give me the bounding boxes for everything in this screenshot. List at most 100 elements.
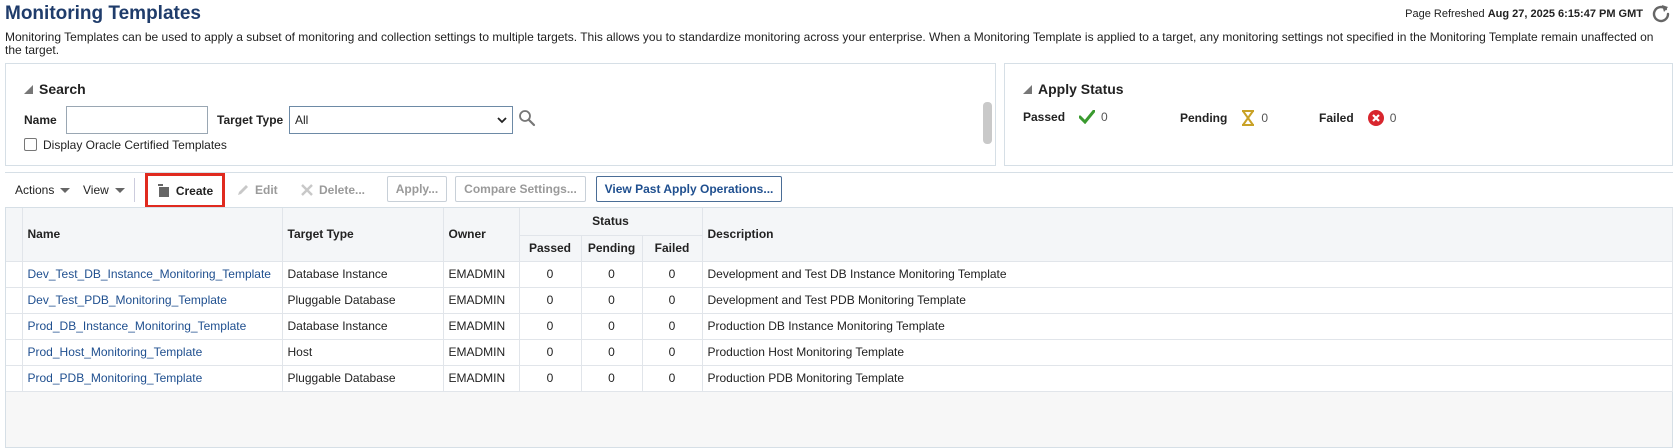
delete-button-label: Delete... (319, 183, 366, 197)
row-selector[interactable] (6, 339, 23, 366)
edit-button[interactable]: Edit (236, 183, 278, 197)
target-type-select[interactable]: All (289, 106, 513, 134)
table-row[interactable]: Prod_PDB_Monitoring_Template Pluggable D… (6, 365, 1673, 392)
owner-cell: EMADMIN (443, 339, 520, 366)
column-header-description[interactable]: Description (702, 208, 1673, 262)
certified-templates-checkbox[interactable] (24, 138, 37, 151)
description-cell: Development and Test PDB Monitoring Temp… (702, 287, 1673, 314)
failed-count[interactable]: 0 (1390, 111, 1397, 125)
templates-table-container: Name Target Type Owner Status Descriptio… (5, 207, 1673, 448)
search-panel: Search Name Target Type All Display Orac… (5, 63, 996, 166)
description-cell: Development and Test DB Instance Monitor… (702, 261, 1673, 288)
template-name-link[interactable]: Dev_Test_DB_Instance_Monitoring_Template (28, 267, 271, 281)
toolbar-divider (5, 172, 1673, 173)
passed-cell: 0 (519, 261, 582, 288)
actions-menu[interactable]: Actions (15, 183, 71, 197)
column-header-pending[interactable]: Pending (581, 235, 643, 262)
passed-label: Passed (1023, 110, 1066, 124)
row-selector[interactable] (6, 313, 23, 340)
failed-cell: 0 (642, 339, 703, 366)
apply-button[interactable]: Apply... (387, 176, 447, 202)
target-type-cell: Database Instance (282, 261, 444, 288)
apply-status-panel: Apply Status Passed 0 Pending 0 Failed 0 (1004, 63, 1673, 166)
search-panel-scrollbar[interactable] (983, 102, 992, 144)
column-header-passed[interactable]: Passed (519, 235, 582, 262)
column-header-name[interactable]: Name (22, 208, 283, 262)
view-menu[interactable]: View (83, 183, 125, 197)
target-type-cell: Host (282, 339, 444, 366)
create-icon (157, 183, 169, 197)
create-button-label: Create (175, 183, 214, 198)
template-name-cell: Dev_Test_PDB_Monitoring_Template (22, 287, 283, 314)
chevron-down-icon (497, 117, 507, 124)
column-header-target-type[interactable]: Target Type (282, 208, 444, 262)
failed-label: Failed (1319, 111, 1354, 125)
owner-cell: EMADMIN (443, 261, 520, 288)
column-header-failed[interactable]: Failed (642, 235, 703, 262)
templates-table: Name Target Type Owner Status Descriptio… (6, 208, 1673, 392)
pending-count[interactable]: 0 (1261, 111, 1268, 125)
hourglass-icon (1242, 110, 1255, 126)
name-label: Name (24, 113, 57, 127)
create-button[interactable]: Create (145, 173, 225, 208)
failed-cell: 0 (642, 365, 703, 392)
template-name-link[interactable]: Prod_DB_Instance_Monitoring_Template (28, 319, 247, 333)
page-refreshed: Page Refreshed Aug 27, 2025 6:15:47 PM G… (1405, 8, 1643, 20)
description-cell: Production DB Instance Monitoring Templa… (702, 313, 1673, 340)
template-name-cell: Prod_PDB_Monitoring_Template (22, 365, 283, 392)
column-header-owner[interactable]: Owner (443, 208, 520, 262)
target-type-value: All (295, 113, 309, 127)
row-selector[interactable] (6, 365, 23, 392)
description-cell: Production PDB Monitoring Template (702, 365, 1673, 392)
delete-x-icon (301, 184, 313, 196)
pending-cell: 0 (581, 287, 643, 314)
delete-button[interactable]: Delete... (300, 183, 365, 197)
actions-menu-label: Actions (15, 183, 55, 197)
apply-status-header[interactable]: Apply Status (1023, 81, 1124, 97)
target-type-cell: Pluggable Database (282, 287, 444, 314)
page-refreshed-value: Aug 27, 2025 6:15:47 PM GMT (1487, 8, 1643, 20)
table-row[interactable]: Prod_Host_Monitoring_Template Host EMADM… (6, 339, 1673, 366)
row-selector[interactable] (6, 261, 23, 288)
owner-cell: EMADMIN (443, 313, 520, 340)
compare-settings-button[interactable]: Compare Settings... (455, 176, 586, 202)
page-title: Monitoring Templates (5, 3, 201, 24)
target-type-cell: Pluggable Database (282, 365, 444, 392)
failed-cell: 0 (642, 287, 703, 314)
row-selector[interactable] (6, 287, 23, 314)
caret-down-icon (60, 187, 71, 193)
template-name-cell: Dev_Test_DB_Instance_Monitoring_Template (22, 261, 283, 288)
row-selector-header (6, 208, 23, 262)
pending-cell: 0 (581, 261, 643, 288)
failed-cell: 0 (642, 313, 703, 340)
toolbar-separator (134, 178, 135, 202)
view-menu-label: View (83, 183, 109, 197)
pencil-icon (238, 185, 248, 195)
template-name-link[interactable]: Prod_Host_Monitoring_Template (28, 345, 203, 359)
template-name-link[interactable]: Prod_PDB_Monitoring_Template (28, 371, 203, 385)
passed-stat: Passed 0 (1023, 110, 1108, 124)
passed-cell: 0 (519, 313, 582, 340)
pending-cell: 0 (581, 365, 643, 392)
target-type-cell: Database Instance (282, 313, 444, 340)
table-row[interactable]: Dev_Test_DB_Instance_Monitoring_Template… (6, 261, 1673, 288)
search-icon[interactable] (518, 109, 536, 127)
table-row[interactable]: Dev_Test_PDB_Monitoring_Template Pluggab… (6, 287, 1673, 314)
table-row[interactable]: Prod_DB_Instance_Monitoring_Template Dat… (6, 313, 1673, 340)
refresh-icon[interactable] (1649, 2, 1673, 26)
view-past-apply-operations-button[interactable]: View Past Apply Operations... (596, 176, 782, 202)
template-name-link[interactable]: Dev_Test_PDB_Monitoring_Template (28, 293, 227, 307)
column-header-status: Status (519, 208, 703, 236)
search-panel-header[interactable]: Search (24, 81, 86, 97)
collapse-triangle-icon (24, 84, 33, 94)
intro-text: Monitoring Templates can be used to appl… (5, 30, 1654, 57)
template-name-cell: Prod_Host_Monitoring_Template (22, 339, 283, 366)
edit-button-label: Edit (255, 183, 278, 197)
passed-count[interactable]: 0 (1101, 110, 1108, 124)
owner-cell: EMADMIN (443, 287, 520, 314)
name-input[interactable] (66, 106, 208, 134)
certified-templates-label: Display Oracle Certified Templates (43, 138, 227, 152)
pending-stat: Pending 0 (1180, 110, 1268, 126)
passed-cell: 0 (519, 365, 582, 392)
failed-cell: 0 (642, 261, 703, 288)
